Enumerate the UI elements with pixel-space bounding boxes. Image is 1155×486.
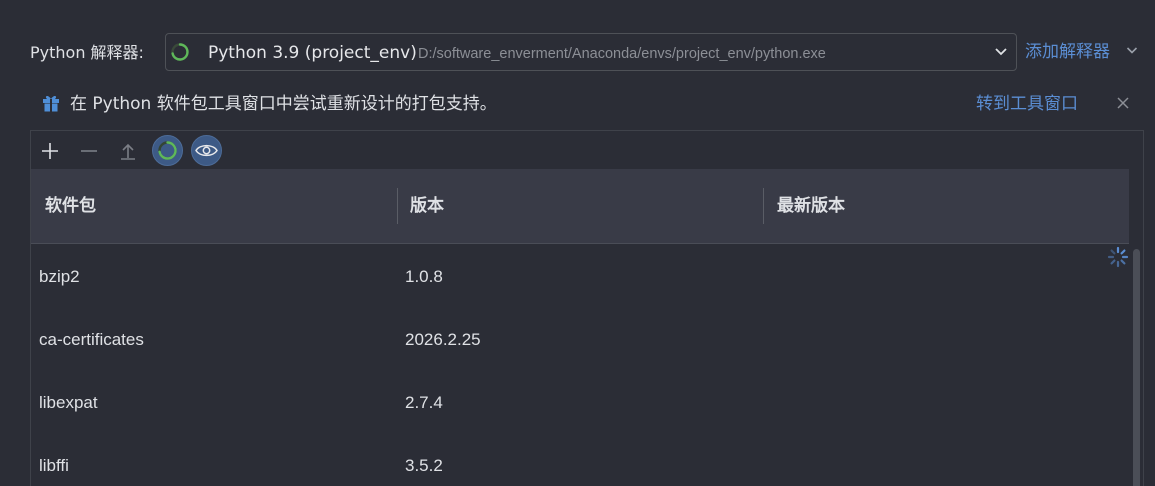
remove-package-button[interactable]: [74, 136, 104, 166]
package-name: bzip2: [39, 267, 80, 286]
package-version: 2026.2.25: [405, 330, 481, 349]
column-header-package[interactable]: 软件包: [45, 169, 96, 243]
show-early-releases-toggle[interactable]: [191, 135, 222, 166]
table-row[interactable]: ca-certificates 2026.2.25: [31, 308, 1129, 371]
loading-icon: [1107, 246, 1129, 268]
table-header: 软件包 版本 最新版本: [31, 169, 1129, 244]
packages-panel: 软件包 版本 最新版本 bzip2 1.0.8 ca-certificates …: [30, 130, 1144, 486]
add-interpreter-link[interactable]: 添加解释器: [1025, 40, 1110, 64]
add-package-button[interactable]: [35, 136, 65, 166]
chevron-down-icon[interactable]: [1126, 46, 1138, 56]
interpreter-path: D:/software_enverment/Anaconda/envs/proj…: [418, 46, 826, 62]
package-name: ca-certificates: [39, 330, 144, 349]
minus-icon: [81, 150, 97, 152]
goto-tool-window-link[interactable]: 转到工具窗口: [976, 92, 1078, 116]
interpreter-select[interactable]: Python 3.9 (project_env) D:/software_env…: [165, 33, 1017, 71]
package-name: libffi: [39, 456, 69, 475]
table-row[interactable]: libexpat 2.7.4: [31, 371, 1129, 434]
interpreter-label: Python 解释器:: [30, 43, 144, 62]
column-header-version[interactable]: 版本: [410, 169, 444, 243]
package-name: libexpat: [39, 393, 98, 412]
loading-spinner-icon: [171, 43, 189, 61]
banner-message: 在 Python 软件包工具窗口中尝试重新设计的打包支持。: [70, 94, 497, 114]
eye-icon: [195, 144, 218, 157]
loading-spinner-icon: [158, 141, 177, 160]
gift-icon: [43, 95, 59, 112]
package-version: 3.5.2: [405, 456, 443, 475]
python-interpreter-settings: Python 解释器: Python 3.9 (project_env) D:/…: [0, 0, 1155, 486]
upload-arrow-icon: [121, 143, 135, 160]
chevron-down-icon[interactable]: [994, 47, 1008, 57]
table-row[interactable]: bzip2 1.0.8: [31, 245, 1129, 308]
close-icon[interactable]: [1116, 96, 1130, 110]
table-row[interactable]: libffi 3.5.2: [31, 434, 1129, 486]
package-version: 2.7.4: [405, 393, 443, 412]
column-divider[interactable]: [763, 188, 764, 224]
scrollbar-thumb[interactable]: [1133, 249, 1140, 486]
interpreter-name: Python 3.9 (project_env): [208, 43, 417, 63]
upgrade-package-button[interactable]: [113, 136, 143, 166]
column-divider[interactable]: [397, 188, 398, 224]
plus-icon: [42, 143, 58, 159]
package-version: 1.0.8: [405, 267, 443, 286]
refresh-button[interactable]: [152, 135, 183, 166]
column-header-latest-version[interactable]: 最新版本: [777, 169, 845, 243]
packages-toolbar: [31, 131, 1143, 170]
